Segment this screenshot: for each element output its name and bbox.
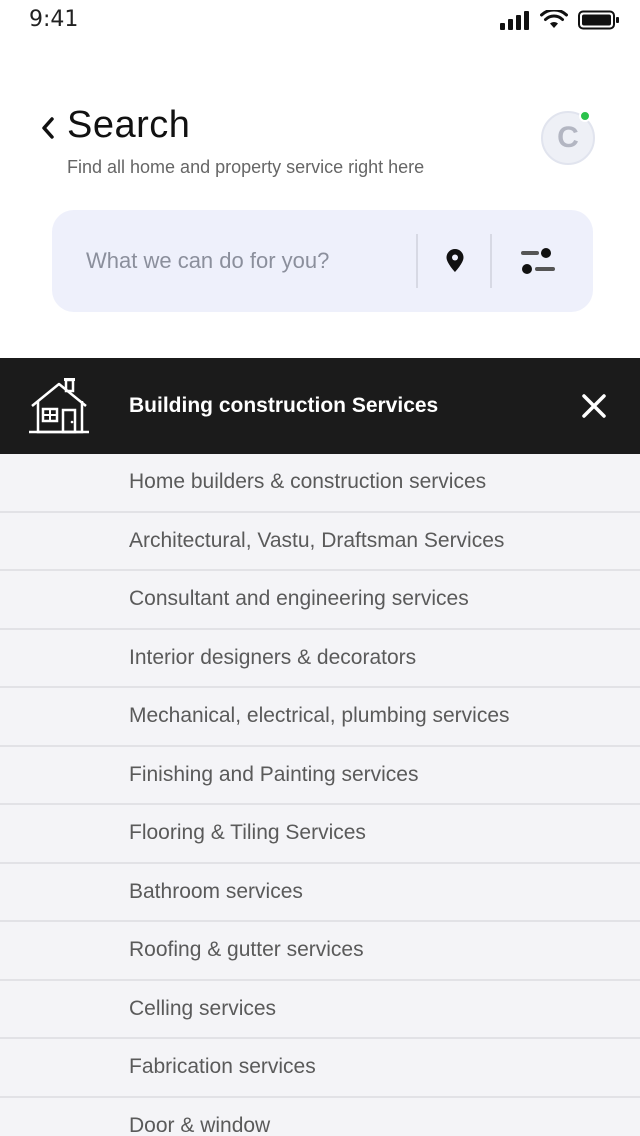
search-divider-2 [490,234,492,288]
location-pin-icon [446,249,464,272]
service-label: Bathroom services [129,879,303,903]
service-item-home-builders[interactable]: Home builders & construction services [0,454,640,513]
service-item-roofing[interactable]: Roofing & gutter services [0,922,640,981]
service-item-celling[interactable]: Celling services [0,981,640,1039]
service-label: Consultant and engineering services [129,587,469,611]
location-button[interactable] [438,242,472,280]
online-status-dot [579,110,591,122]
search-input[interactable] [86,240,406,282]
status-icons [500,10,620,30]
filter-icon[interactable] [518,244,558,278]
wifi-icon [540,10,568,28]
service-list: Home builders & construction services Ar… [0,454,640,1136]
service-item-architectural[interactable]: Architectural, Vastu, Draftsman Services [0,513,640,571]
service-item-consultant[interactable]: Consultant and engineering services [0,571,640,630]
service-label: Finishing and Painting services [129,762,419,786]
service-label: Architectural, Vastu, Draftsman Services [129,528,505,552]
service-label: Celling services [129,996,277,1020]
page-subtitle: Find all home and property service right… [67,157,425,177]
service-item-interior[interactable]: Interior designers & decorators [0,630,640,688]
service-label: Interior designers & decorators [129,645,417,669]
category-header: Building construction Services [0,358,640,454]
service-item-bathroom[interactable]: Bathroom services [0,864,640,922]
search-bar [52,210,593,312]
page-title: Search [67,104,191,146]
service-item-door-window[interactable]: Door & window [0,1098,640,1136]
avatar-initial: C [557,121,579,154]
service-label: Home builders & construction services [129,470,487,494]
back-chevron-icon[interactable] [38,114,58,142]
service-label: Mechanical, electrical, plumbing service… [129,704,510,728]
service-label: Door & window [129,1113,271,1136]
house-icon [29,378,89,434]
category-title: Building construction Services [129,394,439,417]
service-item-fabrication[interactable]: Fabrication services [0,1039,640,1098]
close-icon[interactable] [578,390,610,422]
service-label: Fabrication services [129,1055,316,1079]
battery-icon [578,10,619,30]
service-item-painting[interactable]: Finishing and Painting services [0,747,640,805]
status-bar: 9:41 [0,0,640,40]
service-item-flooring[interactable]: Flooring & Tiling Services [0,805,640,864]
cellular-signal-icon [500,11,529,30]
status-time: 9:41 [29,7,79,32]
search-divider [416,234,418,288]
service-label: Roofing & gutter services [129,938,364,962]
service-item-mep[interactable]: Mechanical, electrical, plumbing service… [0,688,640,747]
service-label: Flooring & Tiling Services [129,821,366,845]
